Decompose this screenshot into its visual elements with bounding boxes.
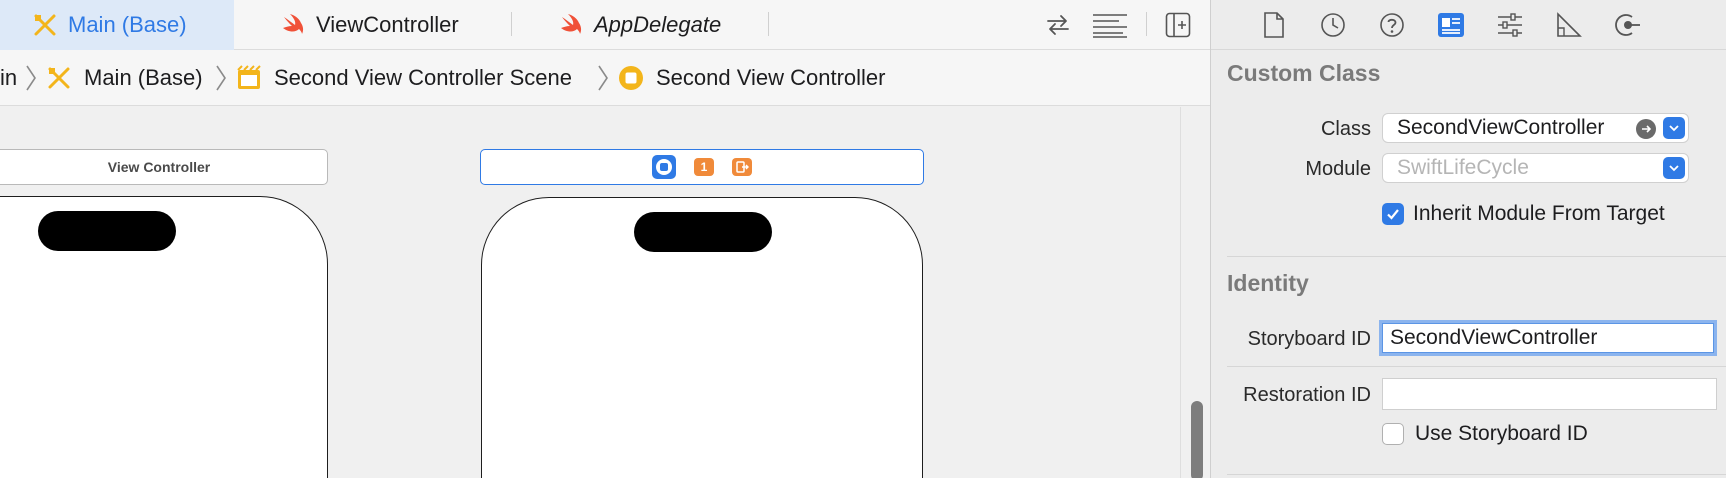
inherit-module-label: Inherit Module From Target [1413, 202, 1665, 225]
storyboard-id-value: SecondViewController [1390, 326, 1598, 349]
section-divider [1227, 256, 1726, 257]
left-phone-frame[interactable] [0, 196, 328, 478]
identity-inspector: Custom Class Class SecondViewController … [1210, 0, 1726, 478]
swap-arrows-icon[interactable] [1043, 10, 1073, 40]
breadcrumb-item[interactable]: in [0, 50, 17, 106]
tab-app-delegate[interactable]: AppDelegate [558, 0, 768, 50]
chevron-down-icon[interactable] [1663, 157, 1685, 179]
attributes-inspector-icon[interactable] [1495, 10, 1525, 40]
left-scene-title-bar[interactable]: View Controller [0, 149, 328, 185]
view-controller-icon [618, 65, 644, 91]
editor-area: Main (Base) ViewController AppDelegate i… [0, 0, 1210, 478]
restoration-id-label: Restoration ID [1243, 384, 1371, 406]
section-divider [1227, 474, 1726, 475]
breadcrumb: in Main (Base) Second View Controller Sc… [0, 50, 1210, 106]
dynamic-island [38, 211, 176, 251]
first-responder-badge: 1 [700, 160, 708, 174]
restoration-id-field[interactable] [1382, 378, 1717, 410]
module-field[interactable]: SwiftLifeCycle [1382, 153, 1689, 183]
storyboard-icon [46, 65, 72, 91]
breadcrumb-item-main-base[interactable]: Main (Base) [46, 50, 203, 106]
chevron-right-icon [216, 65, 226, 91]
scene-icon [236, 65, 262, 91]
storyboard-id-label: Storyboard ID [1247, 328, 1371, 350]
field-divider [1227, 366, 1726, 367]
go-to-class-icon[interactable] [1636, 119, 1656, 139]
identity-section-title: Identity [1227, 270, 1309, 296]
chevron-down-icon[interactable] [1663, 117, 1685, 139]
chevron-right-icon [26, 65, 36, 91]
tab-separator [511, 12, 512, 36]
toolbar-separator [1146, 12, 1147, 36]
inherit-module-checkbox[interactable] [1382, 203, 1404, 225]
file-inspector-icon[interactable] [1259, 10, 1289, 40]
tab-main-base[interactable]: Main (Base) [0, 0, 234, 50]
tab-bar: Main (Base) ViewController AppDelegate [0, 0, 1210, 50]
tab-label: AppDelegate [594, 12, 722, 37]
vertical-scrollbar[interactable] [1180, 107, 1210, 478]
breadcrumb-label: in [0, 65, 18, 90]
swift-icon [280, 12, 306, 38]
tab-label: Main (Base) [68, 12, 187, 37]
view-controller-icon[interactable] [652, 155, 676, 179]
right-phone-frame[interactable] [481, 197, 923, 478]
editor-options-icon[interactable] [1090, 10, 1130, 40]
tab-separator [768, 12, 769, 36]
storyboard-id-field[interactable]: SecondViewController [1379, 320, 1717, 356]
first-responder-icon[interactable]: 1 [694, 158, 714, 176]
use-storyboard-id-label: Use Storyboard ID [1415, 422, 1588, 445]
tab-label: ViewController [316, 12, 459, 37]
storyboard-canvas[interactable]: View Controller 1 [0, 107, 1210, 478]
breadcrumb-label: Second View Controller Scene [274, 65, 572, 90]
tab-view-controller[interactable]: ViewController [280, 0, 510, 50]
right-scene-dock[interactable]: 1 [480, 149, 924, 185]
class-label: Class [1320, 118, 1371, 140]
size-inspector-icon[interactable] [1554, 10, 1584, 40]
class-value: SecondViewController [1397, 116, 1605, 139]
module-label: Module [1305, 158, 1371, 180]
inspector-tab-bar [1211, 0, 1726, 50]
add-editor-icon[interactable] [1163, 10, 1193, 40]
checkmark-icon [1387, 209, 1399, 220]
breadcrumb-label: Main (Base) [84, 65, 203, 90]
swift-icon [558, 12, 584, 38]
breadcrumb-label: Second View Controller [656, 65, 886, 90]
connections-inspector-icon[interactable] [1613, 10, 1643, 40]
identity-inspector-icon[interactable] [1436, 10, 1466, 40]
breadcrumb-item-view-controller[interactable]: Second View Controller [618, 50, 886, 106]
use-storyboard-id-checkbox[interactable] [1382, 423, 1404, 445]
help-inspector-icon[interactable] [1377, 10, 1407, 40]
module-placeholder: SwiftLifeCycle [1397, 156, 1529, 179]
exit-icon[interactable] [732, 158, 752, 176]
custom-class-section-title: Custom Class [1227, 60, 1381, 86]
chevron-right-icon [598, 65, 608, 91]
breadcrumb-item-scene[interactable]: Second View Controller Scene [236, 50, 572, 106]
scrollbar-thumb[interactable] [1191, 401, 1203, 478]
storyboard-icon [32, 12, 58, 38]
class-field[interactable]: SecondViewController [1382, 113, 1689, 143]
dynamic-island [634, 212, 772, 252]
history-inspector-icon[interactable] [1318, 10, 1348, 40]
scene-title: View Controller [107, 159, 211, 175]
